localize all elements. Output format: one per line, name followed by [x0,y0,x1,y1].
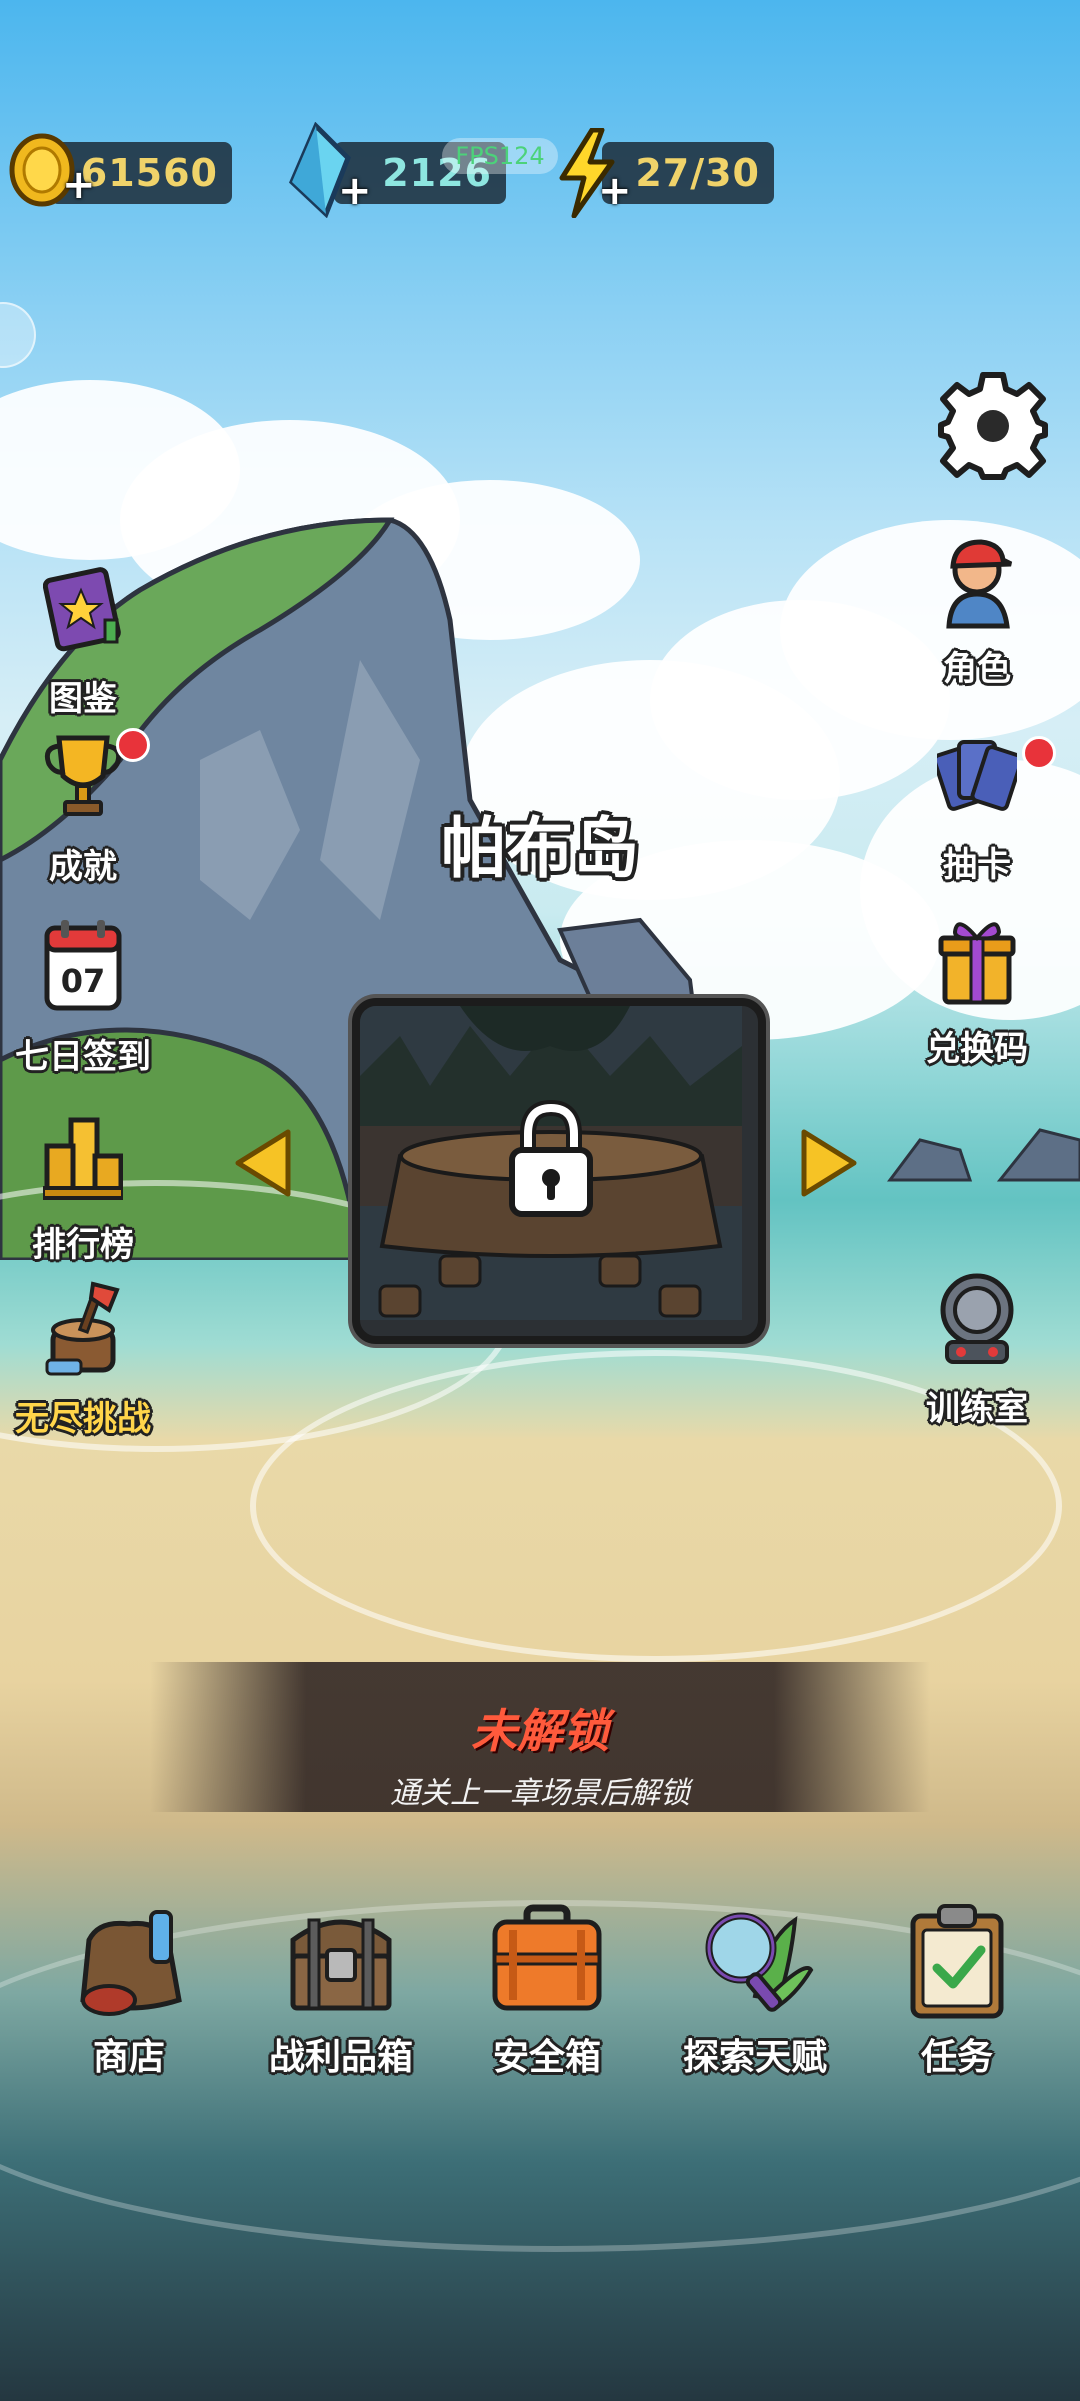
energy-add-icon[interactable]: + [598,171,632,211]
safe-case-icon [492,1904,602,2011]
notification-badge [1022,736,1056,770]
fps-counter: FPS124 [442,138,558,174]
nav-label: 探索天赋 [682,2037,827,2078]
gold-value: 61560 [80,151,218,195]
gold-add-icon[interactable]: + [62,165,96,205]
side-button-label: 角色 [943,649,1011,689]
side-button-leaderboard[interactable]: 排行榜 [8,1106,158,1266]
gift-icon [938,922,1016,1005]
side-button-redeem-code[interactable]: 兑换码 [902,910,1052,1070]
stage-preview-card[interactable] [352,998,766,1344]
calendar-icon: 07 [44,920,122,1011]
side-button-training-room[interactable]: 训练室 [902,1270,1052,1430]
podium-icon [43,1117,123,1200]
nav-label: 战利品箱 [268,2037,413,2078]
nav-loot-chest[interactable]: 战利品箱 [256,1900,426,2080]
treasure-chest-icon [290,1918,392,2011]
nav-safe-box[interactable]: 安全箱 [462,1900,632,2080]
side-button-character[interactable]: 角色 [902,530,1052,690]
nav-shop[interactable]: 商店 [44,1900,214,2080]
book-icon [43,567,121,652]
prev-stage-arrow-icon[interactable] [232,1128,292,1198]
magnifier-icon [705,1912,814,2012]
shop-bag-icon [80,1910,182,2016]
locked-status-title: 未解锁 [471,1704,609,1758]
side-button-label: 排行榜 [32,1225,134,1265]
nav-label: 任务 [920,2037,993,2078]
side-button-daily-checkin[interactable]: 07 七日签到 [8,918,158,1078]
clipboard-icon [910,1904,1004,2019]
character-icon [946,539,1013,629]
nav-tasks[interactable]: 任务 [872,1900,1042,2080]
lock-icon [509,1100,593,1217]
training-machine-icon [940,1273,1014,1364]
side-button-label: 图鉴 [49,679,117,719]
locked-status-description: 通关上一章场景后解锁 [390,1776,690,1811]
side-button-label: 训练室 [926,1389,1028,1429]
energy-value: 27/30 [635,151,760,195]
side-button-endless-challenge[interactable]: 无尽挑战 [8,1280,158,1440]
notification-badge [116,728,150,762]
gear-icon[interactable] [938,370,1048,480]
side-button-codex[interactable]: 图鉴 [8,560,158,720]
side-button-label: 七日签到 [15,1037,151,1077]
next-stage-arrow-icon[interactable] [800,1128,860,1198]
stage-name: 帕布岛 [441,810,639,887]
gem-add-icon[interactable]: + [338,171,372,211]
axe-stump-icon [45,1281,120,1376]
calendar-day: 07 [61,962,106,1000]
nav-label: 商店 [92,2037,165,2078]
sea-rocks [887,1128,1080,1182]
nav-label: 安全箱 [492,2037,601,2078]
side-button-label: 兑换码 [926,1029,1028,1069]
nav-explore-talents[interactable]: 探索天赋 [670,1900,840,2080]
side-button-label: 无尽挑战 [15,1399,151,1439]
